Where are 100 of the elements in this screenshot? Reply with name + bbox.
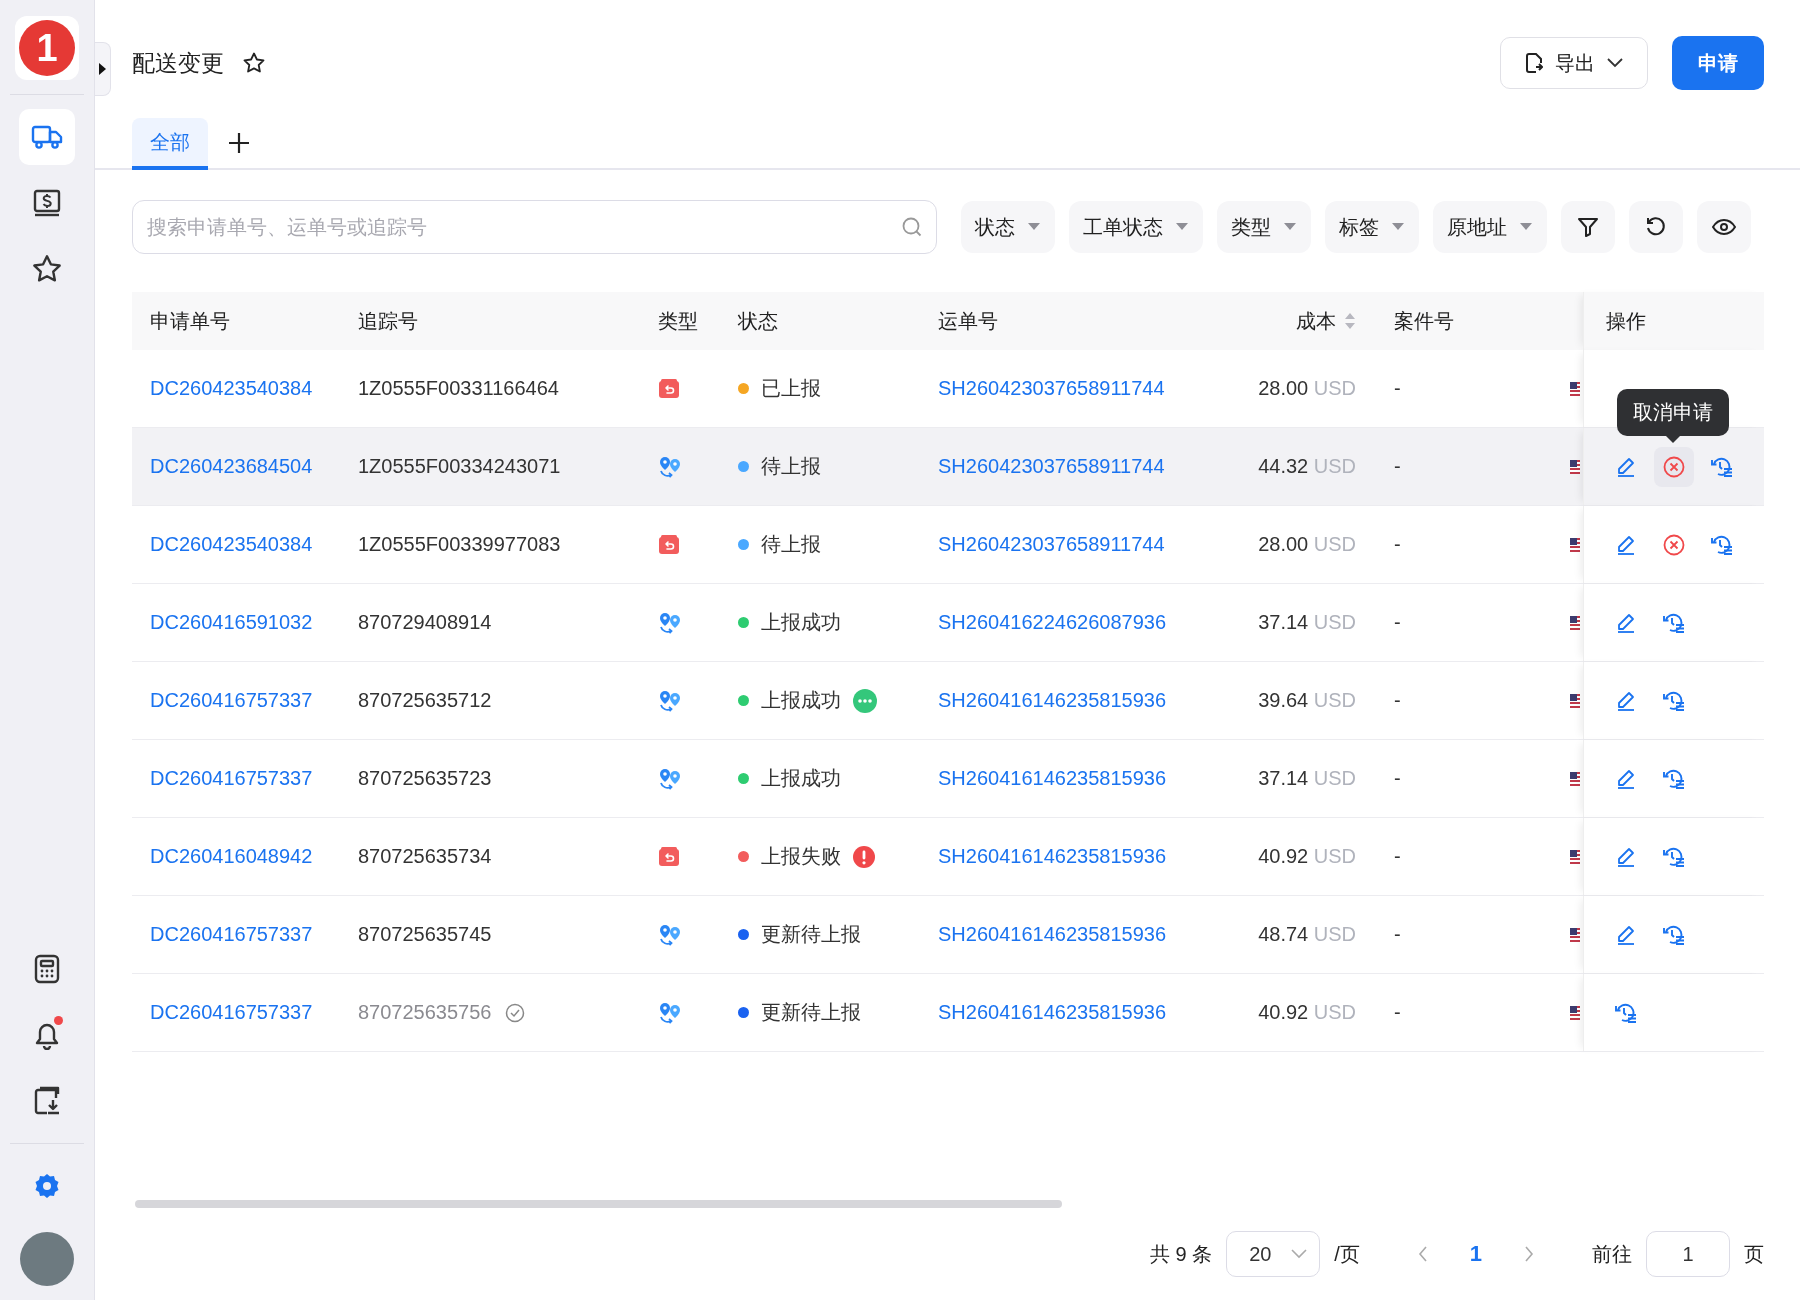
tracking-number: 870729408914	[358, 611, 492, 634]
tracking-number: 870725635756	[358, 1001, 492, 1024]
request-link[interactable]: DC260416048942	[150, 845, 313, 868]
flag-icon	[1570, 381, 1580, 396]
history-icon	[1662, 689, 1686, 712]
waybill-link[interactable]: SH260423037658911744	[938, 533, 1165, 556]
cost-cell: 28.00 USD	[1258, 533, 1356, 556]
file-export-icon	[1525, 52, 1543, 74]
tracking-number: 1Z0555F00331166464	[358, 377, 559, 400]
caret-down-icon	[1175, 222, 1189, 232]
goto-label: 前往	[1592, 1241, 1632, 1267]
filter-dropdown[interactable]: 工单状态	[1069, 201, 1203, 253]
refresh-icon	[1645, 216, 1667, 238]
case-number: -	[1394, 845, 1401, 868]
tracking-number: 1Z0555F00334243071	[358, 455, 561, 478]
waybill-link[interactable]: SH260416146235815936	[938, 923, 1166, 946]
case-number: -	[1394, 1001, 1401, 1024]
filter-dropdown[interactable]: 类型	[1217, 201, 1311, 253]
cancel-button[interactable]	[1654, 446, 1694, 487]
pencil-icon	[1615, 689, 1637, 712]
pencil-icon	[1615, 533, 1637, 556]
pencil-icon	[1615, 845, 1637, 868]
flag-icon	[1570, 927, 1580, 942]
goto-page-field[interactable]: 1	[1646, 1231, 1730, 1277]
table-row[interactable]: DC260416591032 870729408914 上报成功 SH260416224626087936 37.14 USD -	[132, 584, 1764, 662]
export-button[interactable]: 导出	[1500, 37, 1648, 89]
filter-dropdown[interactable]: 标签	[1325, 201, 1419, 253]
refresh-button[interactable]	[1629, 201, 1683, 253]
cost-cell: 28.00 USD	[1258, 377, 1356, 400]
caret-down-icon	[1283, 222, 1297, 232]
tracking-number: 1Z0555F00339977083	[358, 533, 561, 556]
request-link[interactable]: DC260423540384	[150, 377, 313, 400]
tracking-number: 870725635745	[358, 923, 492, 946]
chevron-left-icon	[1417, 1246, 1428, 1262]
table-row[interactable]: DC260423540384 1Z0555F00339977083 待上报 SH260423037658911744 28.00 USD -	[132, 506, 1764, 584]
flag-icon	[1570, 537, 1580, 552]
avatar-icon[interactable]	[20, 1232, 74, 1286]
caret-right-icon	[99, 63, 106, 75]
filter-button[interactable]	[1561, 201, 1615, 253]
total-count: 共 9 条	[1149, 1241, 1213, 1267]
waybill-link[interactable]: SH260416146235815936	[938, 845, 1166, 868]
history-icon	[1662, 845, 1686, 868]
view-button[interactable]	[1697, 201, 1751, 253]
table-row[interactable]: DC260423684504 1Z0555F00334243071 待上报 SH260423037658911744 44.32 USD -	[132, 428, 1764, 506]
flag-icon	[1570, 771, 1580, 786]
request-link[interactable]: DC260423540384	[150, 533, 313, 556]
waybill-link[interactable]: SH260416146235815936	[938, 1001, 1166, 1024]
flag-icon	[1570, 693, 1580, 708]
case-number: -	[1394, 689, 1401, 712]
request-link[interactable]: DC260416757337	[150, 767, 313, 790]
tab[interactable]: 全部	[132, 118, 208, 170]
cost-cell: 37.14 USD	[1258, 767, 1356, 790]
column-header[interactable]: 成本	[1296, 307, 1336, 335]
add-icon[interactable]	[228, 132, 250, 154]
search-icon	[901, 216, 923, 238]
history-icon	[1710, 533, 1734, 556]
request-link[interactable]: DC260423684504	[150, 455, 313, 478]
scrollbar[interactable]	[135, 1200, 1062, 1208]
case-number: -	[1394, 455, 1401, 478]
column-header: 追踪号	[358, 308, 418, 334]
filter-dropdown[interactable]: 状态	[961, 201, 1055, 253]
waybill-link[interactable]: SH260416146235815936	[938, 689, 1166, 712]
table-row[interactable]: DC260416048942 870725635734 上报失败 SH260416146235815936 40.92 USD -	[132, 818, 1764, 896]
waybill-link[interactable]: SH260423037658911744	[938, 455, 1165, 478]
cost-cell: 39.64 USD	[1258, 689, 1356, 712]
request-link[interactable]: DC260416757337	[150, 1001, 313, 1024]
history-icon	[1662, 923, 1686, 946]
status-text: 上报失败	[761, 844, 841, 869]
chevron-right-icon	[1524, 1246, 1534, 1262]
cost-cell: 40.92 USD	[1258, 845, 1356, 868]
table-row[interactable]: DC260416757337 870725635712 上报成功 SH260416146235815936 39.64 USD -	[132, 662, 1764, 740]
status-text: 更新待上报	[761, 922, 861, 947]
request-link[interactable]: DC260416757337	[150, 923, 313, 946]
collapse-toggle[interactable]	[95, 42, 111, 96]
history-icon	[1614, 1001, 1638, 1024]
status-text: 待上报	[761, 454, 821, 479]
download-icon	[33, 1086, 61, 1116]
waybill-link[interactable]: SH260416146235815936	[938, 767, 1166, 790]
search-field[interactable]: 搜索申请单号、运单号或追踪号	[132, 200, 937, 254]
tracking-number: 870725635723	[358, 767, 492, 790]
page-number[interactable]: 1	[1463, 1240, 1488, 1268]
caret-down-icon	[1391, 222, 1405, 232]
table-row[interactable]: DC260416757337 870725635756 更新待上报 SH260416146235815936 40.92 USD -	[132, 974, 1764, 1052]
column-header: 类型	[658, 308, 698, 334]
request-link[interactable]: DC260416757337	[150, 689, 313, 712]
case-number: -	[1394, 611, 1401, 634]
filter-dropdown[interactable]: 原地址	[1433, 201, 1547, 253]
chevron-down-icon	[1291, 1249, 1308, 1259]
table-row[interactable]: DC260416757337 870725635745 更新待上报 SH260416146235815936 48.74 USD -	[132, 896, 1764, 974]
waybill-link[interactable]: SH260416224626087936	[938, 611, 1166, 634]
star-icon[interactable]	[242, 51, 266, 75]
logo[interactable]: 1	[15, 16, 79, 80]
apply-button[interactable]: 申请	[1672, 36, 1764, 90]
per-page-label: /页	[1334, 1241, 1360, 1267]
waybill-link[interactable]: SH260423037658911744	[938, 377, 1165, 400]
request-link[interactable]: DC260416591032	[150, 611, 313, 634]
table-row[interactable]: DC260416757337 870725635723 上报成功 SH260416146235815936 37.14 USD -	[132, 740, 1764, 818]
history-icon	[1662, 767, 1686, 790]
chevron-down-icon	[1607, 58, 1623, 68]
page-size-select[interactable]: 20	[1226, 1231, 1321, 1277]
